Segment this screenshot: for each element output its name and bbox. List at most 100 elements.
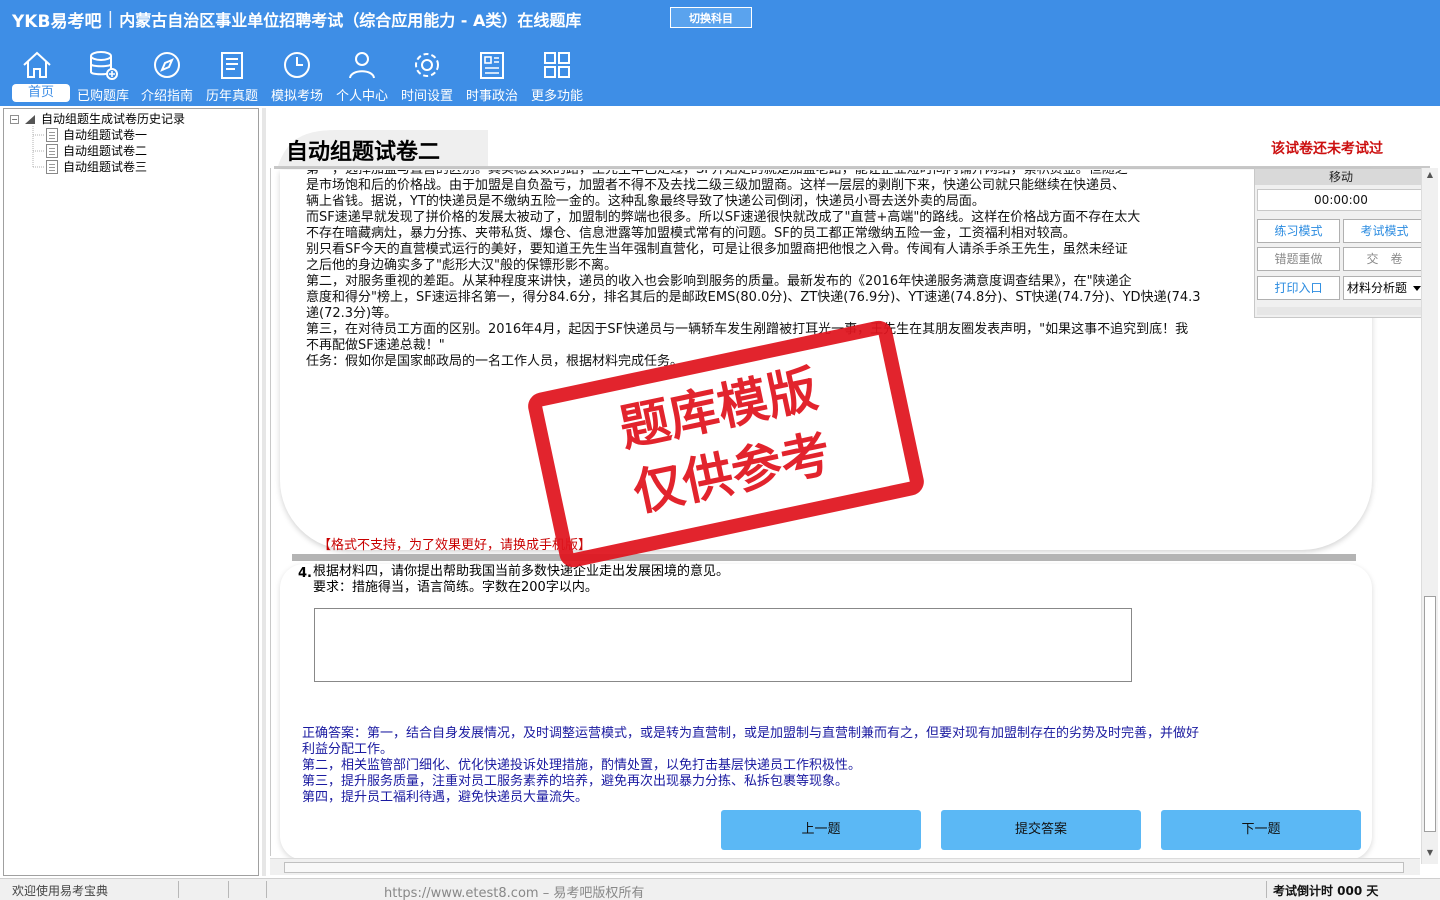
answer-input[interactable]: [314, 608, 1132, 682]
brand-logo: YKB易考吧: [12, 11, 102, 32]
panel-move-handle[interactable]: 移动: [1255, 169, 1427, 185]
format-warning: 【格式不支持，为了效果更好，请换成手机版】: [318, 538, 592, 553]
material-line: 之后他的身边确实多了"彪形大汉"般的保镖形影不离。: [306, 258, 617, 273]
grid-icon: [544, 52, 570, 78]
newspaper-icon: [480, 52, 504, 79]
tree-item-label: 自动组题试卷三: [63, 160, 148, 174]
scroll-up-icon[interactable]: ▲: [1424, 170, 1436, 182]
paper-title: 自动组题试卷二: [286, 139, 441, 165]
app-brand-title: YKB易考吧 | 内蒙古自治区事业单位招聘考试（综合应用能力 - A类）在线题库: [12, 7, 582, 32]
question-text: 根据材料四，请你提出帮助我国当前多数快递企业走出发展困境的意见。: [313, 564, 730, 579]
material-line: 辆上省钱。据说，YT的快递员是不缴纳五险一金的。这种乱象最终导致了快递公司倒闭，…: [306, 194, 985, 209]
top-banner: YKB易考吧 | 内蒙古自治区事业单位招聘考试（综合应用能力 - A类）在线题库…: [0, 0, 1440, 106]
scroll-down-icon[interactable]: ▼: [1424, 848, 1436, 860]
nav-personal-label: 个人中心: [335, 89, 388, 104]
correct-answer-line: 利益分配工作。: [302, 742, 394, 757]
question-box: 4. 根据材料四，请你提出帮助我国当前多数快递企业走出发展困境的意见。 要求：措…: [280, 564, 1372, 860]
material-line: 第二，对服务重视的差距。从某种程度来讲快，递员的收入也会影响到服务的质量。最新发…: [306, 274, 1132, 289]
tree-item-paper-3[interactable]: 自动组题试卷三: [46, 159, 147, 175]
nav-personal-center[interactable]: 个人中心: [329, 44, 395, 104]
question-type-select[interactable]: 材料分析题: [1343, 276, 1426, 300]
nav-time-settings[interactable]: 时间设置: [394, 44, 460, 104]
nav-more-label: 更多功能: [530, 89, 583, 104]
status-welcome: 欢迎使用易考宝典: [12, 884, 109, 898]
tree-root[interactable]: − 自动组题生成试卷历史记录: [10, 111, 185, 127]
exam-control-panel: 移动 00:00:00 练习模式 考试模式 错题重做 交 卷 打印入口 材料分析…: [1254, 168, 1428, 318]
nav-home-label: 首页: [12, 84, 70, 102]
next-question-button[interactable]: 下一题: [1161, 810, 1361, 850]
material-line: 不存在暗藏病灶，暴力分拣、夹带私货、爆仓、信息泄露等加盟模式常有的问题。SF的员…: [306, 226, 1076, 241]
tree-item-label: 自动组题试卷二: [63, 144, 148, 158]
question-requirement: 要求：措施得当，语言简练。字数在200字以内。: [313, 580, 598, 595]
correct-answer-line: 第四，提升员工福利待遇，避免快递员大量流失。: [302, 790, 589, 805]
document-edit-icon: [46, 144, 58, 158]
exam-countdown: 考试倒计时 000 天: [1273, 884, 1379, 898]
document-list-icon: [221, 52, 243, 79]
practice-mode-button[interactable]: 练习模式: [1257, 219, 1340, 243]
print-entry-button[interactable]: 打印入口: [1257, 276, 1340, 300]
submit-answer-button[interactable]: 提交答案: [941, 810, 1141, 850]
tree-item-paper-2[interactable]: 自动组题试卷二: [46, 143, 147, 159]
horizontal-scroll-thumb[interactable]: [284, 862, 1404, 873]
brand-separator: |: [107, 9, 114, 29]
nav-more-functions[interactable]: 更多功能: [524, 44, 590, 104]
database-icon: [90, 51, 118, 80]
question-type-value: 材料分析题: [1347, 281, 1408, 295]
vertical-scroll-thumb[interactable]: [1424, 596, 1436, 832]
nav-past-exams-label: 历年真题: [205, 89, 258, 104]
gear-icon: [415, 53, 439, 77]
nav-current-affairs-label: 时事政治: [465, 89, 518, 104]
nav-guide[interactable]: 介绍指南: [134, 44, 200, 104]
horizontal-scrollbar[interactable]: [270, 858, 1420, 875]
nav-time-settings-label: 时间设置: [400, 89, 453, 104]
nav-mock-exam[interactable]: 模拟考场: [264, 44, 330, 104]
correct-answer-line: 第二，相关监管部门细化、优化快递投诉处理措施，酌情处置，以免打击基层快递员工作积…: [302, 758, 862, 773]
user-icon: [349, 52, 375, 79]
tree-item-label: 自动组题试卷一: [63, 128, 148, 142]
chevron-down-icon: [1413, 286, 1421, 291]
panel-scrollbar[interactable]: [1257, 307, 1425, 315]
material-question-divider[interactable]: [292, 554, 1356, 561]
vertical-scrollbar[interactable]: ▲ ▼: [1421, 168, 1438, 864]
exam-mode-button[interactable]: 考试模式: [1343, 219, 1426, 243]
status-divider: [266, 881, 267, 898]
document-icon: [46, 160, 58, 174]
redo-wrong-button[interactable]: 错题重做: [1257, 247, 1340, 271]
switch-subject-button[interactable]: 切换科目: [670, 7, 752, 28]
nav-mock-exam-label: 模拟考场: [270, 89, 323, 104]
previous-question-button[interactable]: 上一题: [721, 810, 921, 850]
status-copyright-url: https://www.etest8.com – 易考吧版权所有: [384, 886, 645, 900]
document-icon: [46, 128, 58, 142]
material-line: 而SF速递早就发现了拼价格的发展太被动了，加盟制的弊端也很多。所以SF速递很快就…: [306, 210, 1141, 225]
tree-root-icon: [25, 115, 35, 124]
material-line: 第三，在对待员工方面的区别。2016年4月，起因于SF快递员与一辆轿车发生剐蹭被…: [306, 322, 1189, 337]
nav-current-affairs[interactable]: 时事政治: [459, 44, 525, 104]
material-line: 第一，选择加盟与直营的区别。其实稳会数的路，王先生早已走过，SF开始走的就是加盟…: [306, 170, 1266, 178]
app-title: 内蒙古自治区事业单位招聘考试（综合应用能力 - A类）在线题库: [119, 11, 582, 30]
status-divider: [1266, 881, 1267, 898]
tree-item-paper-1[interactable]: 自动组题试卷一: [46, 127, 147, 143]
tree-root-label: 自动组题生成试卷历史记录: [41, 112, 186, 126]
clock-icon: [284, 52, 310, 78]
material-line: 是市场饱和后的价格战。由于加盟是自负盈亏，加盟者不得不及去找二级三级加盟商。这样…: [306, 178, 1126, 193]
home-icon: [23, 51, 51, 78]
collapse-toggle-icon[interactable]: −: [10, 114, 19, 124]
correct-answer-line: 第三，提升服务质量，注重对员工服务素养的培养，避免再次出现暴力分拣、私拆包裹等现…: [302, 774, 849, 789]
compass-icon: [154, 52, 180, 78]
status-bar: 欢迎使用易考宝典 https://www.etest8.com – 易考吧版权所…: [0, 878, 1440, 900]
status-divider: [228, 881, 229, 898]
correct-answer-line: 正确答案：第一，结合自身发展情况，及时调整运营模式，或是转为直营制，或是加盟制与…: [302, 726, 1200, 741]
nav-home[interactable]: 首页: [4, 44, 70, 104]
paper-status: 该试卷还未考试过: [1271, 141, 1383, 157]
submit-paper-button[interactable]: 交 卷: [1343, 247, 1426, 271]
exam-timer: 00:00:00: [1257, 189, 1425, 211]
material-line: 递(72.3分)等。: [306, 306, 398, 321]
history-tree-panel: − 自动组题生成试卷历史记录 自动组题试卷一 自动组题试卷二 自动组题试卷三: [3, 108, 259, 876]
nav-purchased-label: 已购题库: [76, 89, 129, 104]
nav-guide-label: 介绍指南: [140, 89, 193, 104]
correct-answer: 正确答案：第一，结合自身发展情况，及时调整运营模式，或是转为直营制，或是加盟制与…: [302, 726, 1342, 806]
material-line: 意度和得分"榜上，SF速运排名第一，得分84.6分，排名其后的是邮政EMS(80…: [306, 290, 1201, 305]
status-divider: [178, 881, 179, 898]
nav-past-exams[interactable]: 历年真题: [199, 44, 265, 104]
nav-purchased-banks[interactable]: 已购题库: [70, 44, 136, 104]
